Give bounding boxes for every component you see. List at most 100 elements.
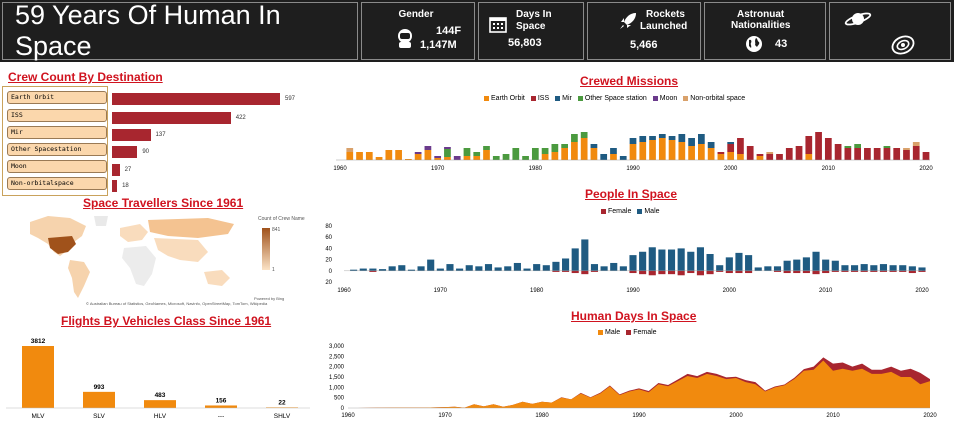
crew-value-label: 422 xyxy=(235,115,246,121)
slicer-non-orbital[interactable]: Non-orbitalspace xyxy=(7,177,107,190)
female-bar xyxy=(802,270,810,274)
x-tick-label: 1960 xyxy=(341,413,355,419)
legend-item: Moon xyxy=(652,95,677,102)
kpi-gender-female: 144F xyxy=(436,25,462,37)
crew-value-label: 90 xyxy=(142,149,149,155)
male-bar xyxy=(542,265,550,271)
flight-value-label: 993 xyxy=(94,384,105,391)
mission-bar xyxy=(551,144,559,152)
mission-bar xyxy=(707,148,715,160)
mission-bar xyxy=(610,148,617,154)
kpi-days: Days In Space 56,803 xyxy=(478,2,584,60)
flight-value-label: 156 xyxy=(216,397,227,404)
y-tick-label: 1,500 xyxy=(329,375,345,381)
flight-value-label: 22 xyxy=(278,399,286,406)
mission-bar xyxy=(658,138,666,160)
mission-bar xyxy=(678,142,686,160)
days-title: Human Days In Space xyxy=(571,309,697,323)
male-bar xyxy=(648,247,656,271)
x-tick-label: 2020 xyxy=(915,288,929,294)
x-tick-label: 2000 xyxy=(723,288,737,294)
mission-bar xyxy=(561,144,568,148)
male-bar xyxy=(533,264,541,271)
missions-chart: 1960 1970 1980 1990 2000 2010 2020 xyxy=(333,132,933,172)
flight-category-label: HLV xyxy=(154,413,167,420)
flight-value-label: 3812 xyxy=(31,338,46,345)
male-bar xyxy=(889,265,897,271)
male-bar xyxy=(513,262,521,271)
y-tick-label: 60 xyxy=(325,235,332,241)
mission-bar xyxy=(746,146,754,160)
male-bar xyxy=(899,265,907,271)
male-bar xyxy=(398,265,406,271)
slicer-earth-orbit[interactable]: Earth Orbit xyxy=(7,91,107,104)
people-title: People In Space xyxy=(585,187,678,201)
mission-bar xyxy=(727,142,735,144)
mission-bar xyxy=(922,152,930,160)
mission-bar xyxy=(727,144,735,152)
slicer-iss[interactable]: ISS xyxy=(7,109,107,122)
male-bar xyxy=(841,265,849,271)
male-bar xyxy=(677,248,685,271)
travellers-title: Space Travellers Since 1961 xyxy=(83,196,244,210)
mission-bar xyxy=(785,148,793,160)
flight-category-label: --- xyxy=(218,413,225,420)
male-bar xyxy=(571,248,579,271)
mission-bar xyxy=(424,146,432,150)
male-bar xyxy=(783,260,791,271)
mission-bar xyxy=(385,150,393,160)
mission-bar xyxy=(580,132,588,138)
male-bar xyxy=(446,264,454,271)
mission-bar xyxy=(776,154,783,160)
crew-value-label: 137 xyxy=(155,132,166,138)
male-bar xyxy=(388,266,396,271)
mission-bar xyxy=(883,146,891,148)
male-bar xyxy=(552,261,560,271)
slicer-mir[interactable]: Mir xyxy=(7,126,107,139)
mission-bar xyxy=(844,148,852,160)
male-bar xyxy=(629,255,637,271)
female-bar xyxy=(639,270,647,275)
slicer-moon[interactable]: Moon xyxy=(7,160,107,173)
mission-bar xyxy=(512,148,520,160)
kpi-rockets-label-1: Rockets xyxy=(646,9,685,20)
mission-bar xyxy=(346,148,354,152)
mission-bar xyxy=(551,152,559,160)
mission-bar xyxy=(483,146,490,150)
mission-bar xyxy=(795,146,803,160)
mission-bar xyxy=(893,148,901,160)
legend-days-female: Female xyxy=(626,329,657,336)
legend-item: Other Space station xyxy=(577,95,647,102)
missions-title: Crewed Missions xyxy=(580,74,679,88)
mission-bar xyxy=(424,150,432,160)
mission-bar xyxy=(619,156,627,160)
astronaut-icon xyxy=(398,29,412,48)
flight-category-label: MLV xyxy=(32,413,46,420)
male-bar xyxy=(793,259,801,271)
mission-bar xyxy=(737,138,744,154)
legend-days-male: Male xyxy=(598,329,620,336)
male-bar xyxy=(687,251,695,271)
male-bar xyxy=(369,268,377,271)
mission-bar xyxy=(756,156,764,160)
mission-bar xyxy=(737,154,744,160)
male-bar xyxy=(359,268,367,271)
crew-slicer: Earth Orbit ISS Mir Other Spacestation M… xyxy=(2,86,108,196)
legend-item: Mir xyxy=(555,95,572,102)
flight-category-label: SLV xyxy=(93,413,105,420)
mission-bar xyxy=(346,152,354,160)
crew-bar xyxy=(112,146,138,158)
male-bar xyxy=(600,266,608,271)
mission-bar xyxy=(434,156,442,158)
male-bar xyxy=(610,262,618,271)
title-panel: 59 Years Of Human In Space xyxy=(2,0,358,61)
mission-bar xyxy=(580,138,588,160)
mission-bar xyxy=(834,144,842,160)
male-bar xyxy=(436,268,444,271)
slicer-other-spacestation[interactable]: Other Spacestation xyxy=(7,143,107,156)
mission-bar xyxy=(766,154,774,160)
female-bar xyxy=(812,270,820,275)
mission-bar xyxy=(678,134,686,142)
x-tick-label: 2010 xyxy=(826,413,840,419)
map-legend-max: 841 xyxy=(272,227,281,233)
